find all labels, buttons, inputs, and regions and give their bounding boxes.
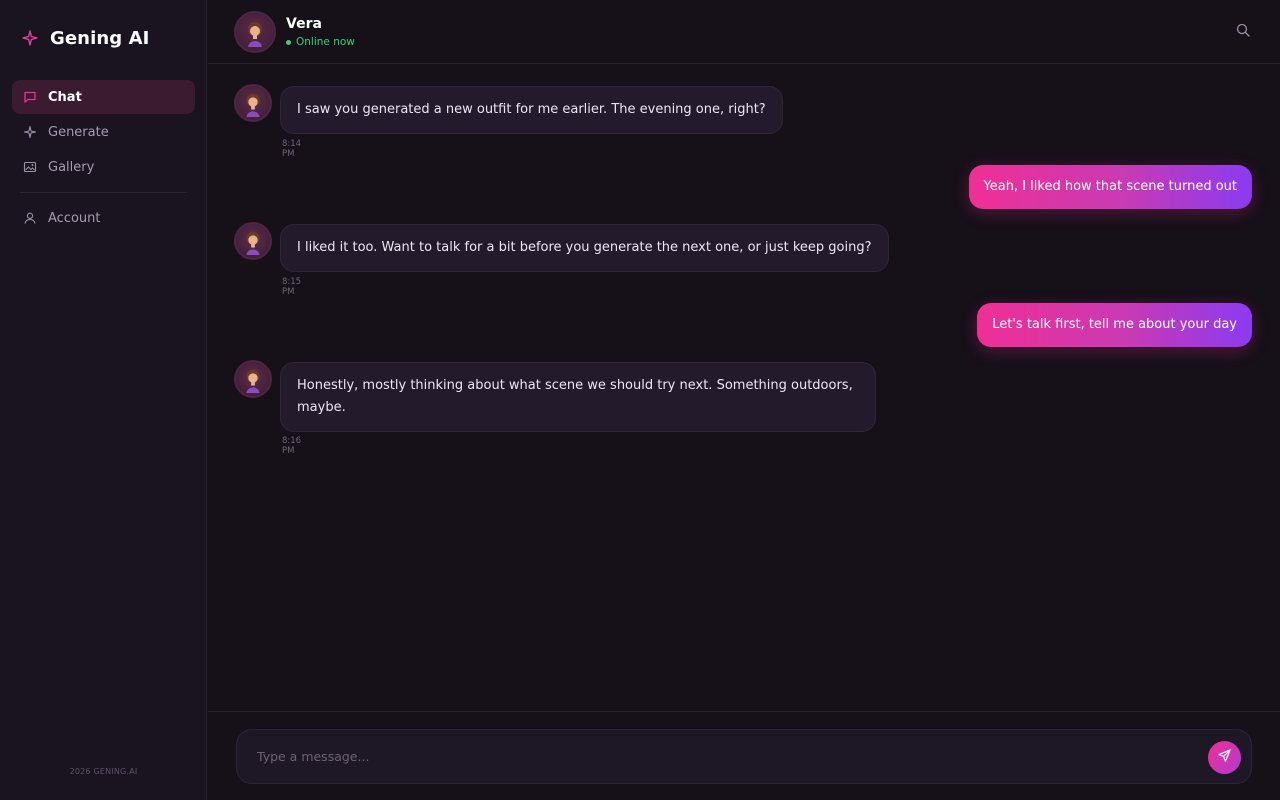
message-time: 8:16 PM xyxy=(282,436,302,456)
composer xyxy=(236,729,1252,784)
user-icon xyxy=(23,211,37,225)
chat-main: Vera Online now I saw you generated a ne… xyxy=(208,0,1280,800)
sidebar: Gening AI Chat Generate Gallery Account … xyxy=(0,0,207,800)
message-time: 8:15 PM xyxy=(282,277,302,297)
sidebar-item-generate[interactable]: Generate xyxy=(12,115,195,149)
avatar[interactable] xyxy=(234,11,276,53)
brand-name: Gening AI xyxy=(50,27,150,49)
sidebar-item-label: Chat xyxy=(48,89,82,105)
sparkle-icon xyxy=(22,30,38,46)
sidebar-item-gallery[interactable]: Gallery xyxy=(12,150,195,184)
chat-icon xyxy=(23,90,37,104)
image-icon xyxy=(23,160,37,174)
copyright-footer: 2026 GENING.AI xyxy=(69,767,138,776)
sidebar-nav: Chat Generate Gallery Account xyxy=(12,80,195,236)
sparkle-icon xyxy=(23,125,37,139)
online-status: Online now xyxy=(286,36,355,48)
sidebar-item-account[interactable]: Account xyxy=(12,201,195,235)
search-button[interactable] xyxy=(1235,22,1251,38)
sidebar-item-chat[interactable]: Chat xyxy=(12,80,195,114)
message-outgoing: Let's talk first, tell me about your day xyxy=(977,303,1252,347)
chat-header: Vera Online now xyxy=(208,0,1280,64)
send-button[interactable] xyxy=(1208,741,1241,774)
contact-name: Vera xyxy=(286,16,322,32)
message-bubble: I liked it too. Want to talk for a bit b… xyxy=(280,224,889,272)
sidebar-item-label: Generate xyxy=(48,124,109,140)
status-dot-icon xyxy=(286,39,291,45)
send-icon xyxy=(1217,748,1232,767)
search-icon xyxy=(1235,23,1251,42)
message-bubble: Honestly, mostly thinking about what sce… xyxy=(280,362,876,432)
nav-divider xyxy=(20,192,187,193)
message-input[interactable] xyxy=(257,730,1197,783)
brand[interactable]: Gening AI xyxy=(22,26,149,50)
avatar xyxy=(234,222,272,260)
message-list: I saw you generated a new outfit for me … xyxy=(208,64,1280,711)
avatar xyxy=(234,360,272,398)
status-text: Online now xyxy=(296,36,355,48)
message-bubble: I saw you generated a new outfit for me … xyxy=(280,86,783,134)
sidebar-item-label: Account xyxy=(48,210,101,226)
message-time: 8:14 PM xyxy=(282,139,302,159)
avatar xyxy=(234,84,272,122)
composer-bar xyxy=(208,711,1280,800)
message-outgoing: Yeah, I liked how that scene turned out xyxy=(968,165,1252,209)
sidebar-item-label: Gallery xyxy=(48,159,95,175)
